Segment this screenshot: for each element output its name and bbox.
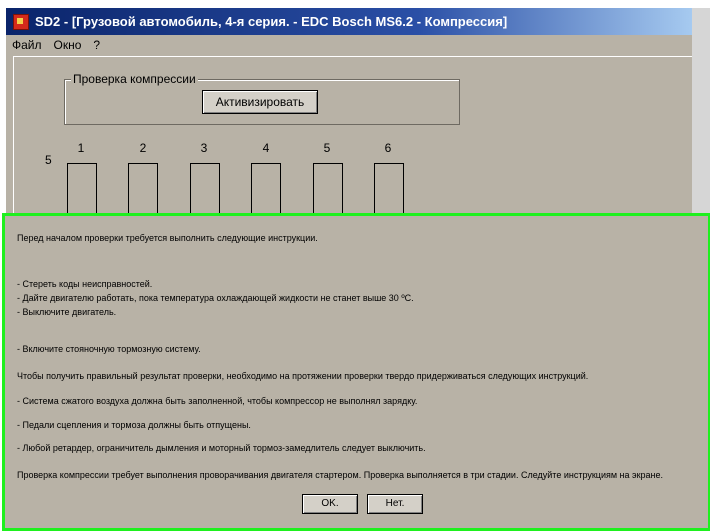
- title-bar[interactable]: SD2 - [Грузовой автомобиль, 4-я серия. -…: [6, 8, 692, 35]
- background-strip: [692, 8, 710, 218]
- client-area: Проверка компрессии Активизировать 5 1 2…: [13, 56, 692, 218]
- groupbox-label: Проверка компрессии: [71, 72, 198, 86]
- cylinder-box-1: [67, 163, 97, 218]
- instruction-line: - Система сжатого воздуха должна быть за…: [17, 396, 418, 406]
- cylinder-label-1: 1: [77, 141, 85, 155]
- instruction-line: Чтобы получить правильный результат пров…: [17, 371, 589, 381]
- instruction-line: - Стереть коды неисправностей.: [17, 279, 153, 289]
- menu-window[interactable]: Окно: [48, 38, 88, 52]
- cylinder-box-6: [374, 163, 404, 218]
- cylinder-box-2: [128, 163, 158, 218]
- instruction-line: - Педали сцепления и тормоза должны быть…: [17, 420, 251, 430]
- cylinder-box-3: [190, 163, 220, 218]
- cylinder-label-6: 6: [384, 141, 392, 155]
- instruction-line: Перед началом проверки требуется выполни…: [17, 233, 318, 243]
- cylinder-label-2: 2: [139, 141, 147, 155]
- compression-groupbox: Проверка компрессии Активизировать: [64, 72, 460, 125]
- menu-file[interactable]: Файл: [6, 38, 48, 52]
- instruction-line: - Любой ретардер, ограничитель дымления …: [17, 443, 426, 453]
- side-number: 5: [45, 153, 52, 167]
- application-window: SD2 - [Грузовой автомобиль, 4-я серия. -…: [6, 8, 692, 218]
- instruction-line: - Дайте двигателю работать, пока темпера…: [17, 293, 414, 303]
- window-title: SD2 - [Грузовой автомобиль, 4-я серия. -…: [35, 14, 508, 29]
- app-icon: [13, 13, 29, 30]
- ok-button[interactable]: OK.: [302, 494, 358, 514]
- cylinder-box-5: [313, 163, 343, 218]
- instructions-dialog: Перед началом проверки требуется выполни…: [2, 213, 710, 531]
- activate-button[interactable]: Активизировать: [202, 90, 318, 114]
- cylinder-label-5: 5: [323, 141, 331, 155]
- cylinder-box-4: [251, 163, 281, 218]
- cylinder-label-3: 3: [200, 141, 208, 155]
- menu-bar: Файл Окно ?: [6, 36, 692, 54]
- instruction-line: - Включите стояночную тормозную систему.: [17, 344, 201, 354]
- instruction-line: Проверка компрессии требует выполнения п…: [17, 470, 664, 480]
- instruction-line: - Выключите двигатель.: [17, 307, 117, 317]
- cylinder-label-4: 4: [262, 141, 270, 155]
- no-button[interactable]: Нет.: [367, 494, 423, 514]
- menu-help[interactable]: ?: [87, 38, 106, 52]
